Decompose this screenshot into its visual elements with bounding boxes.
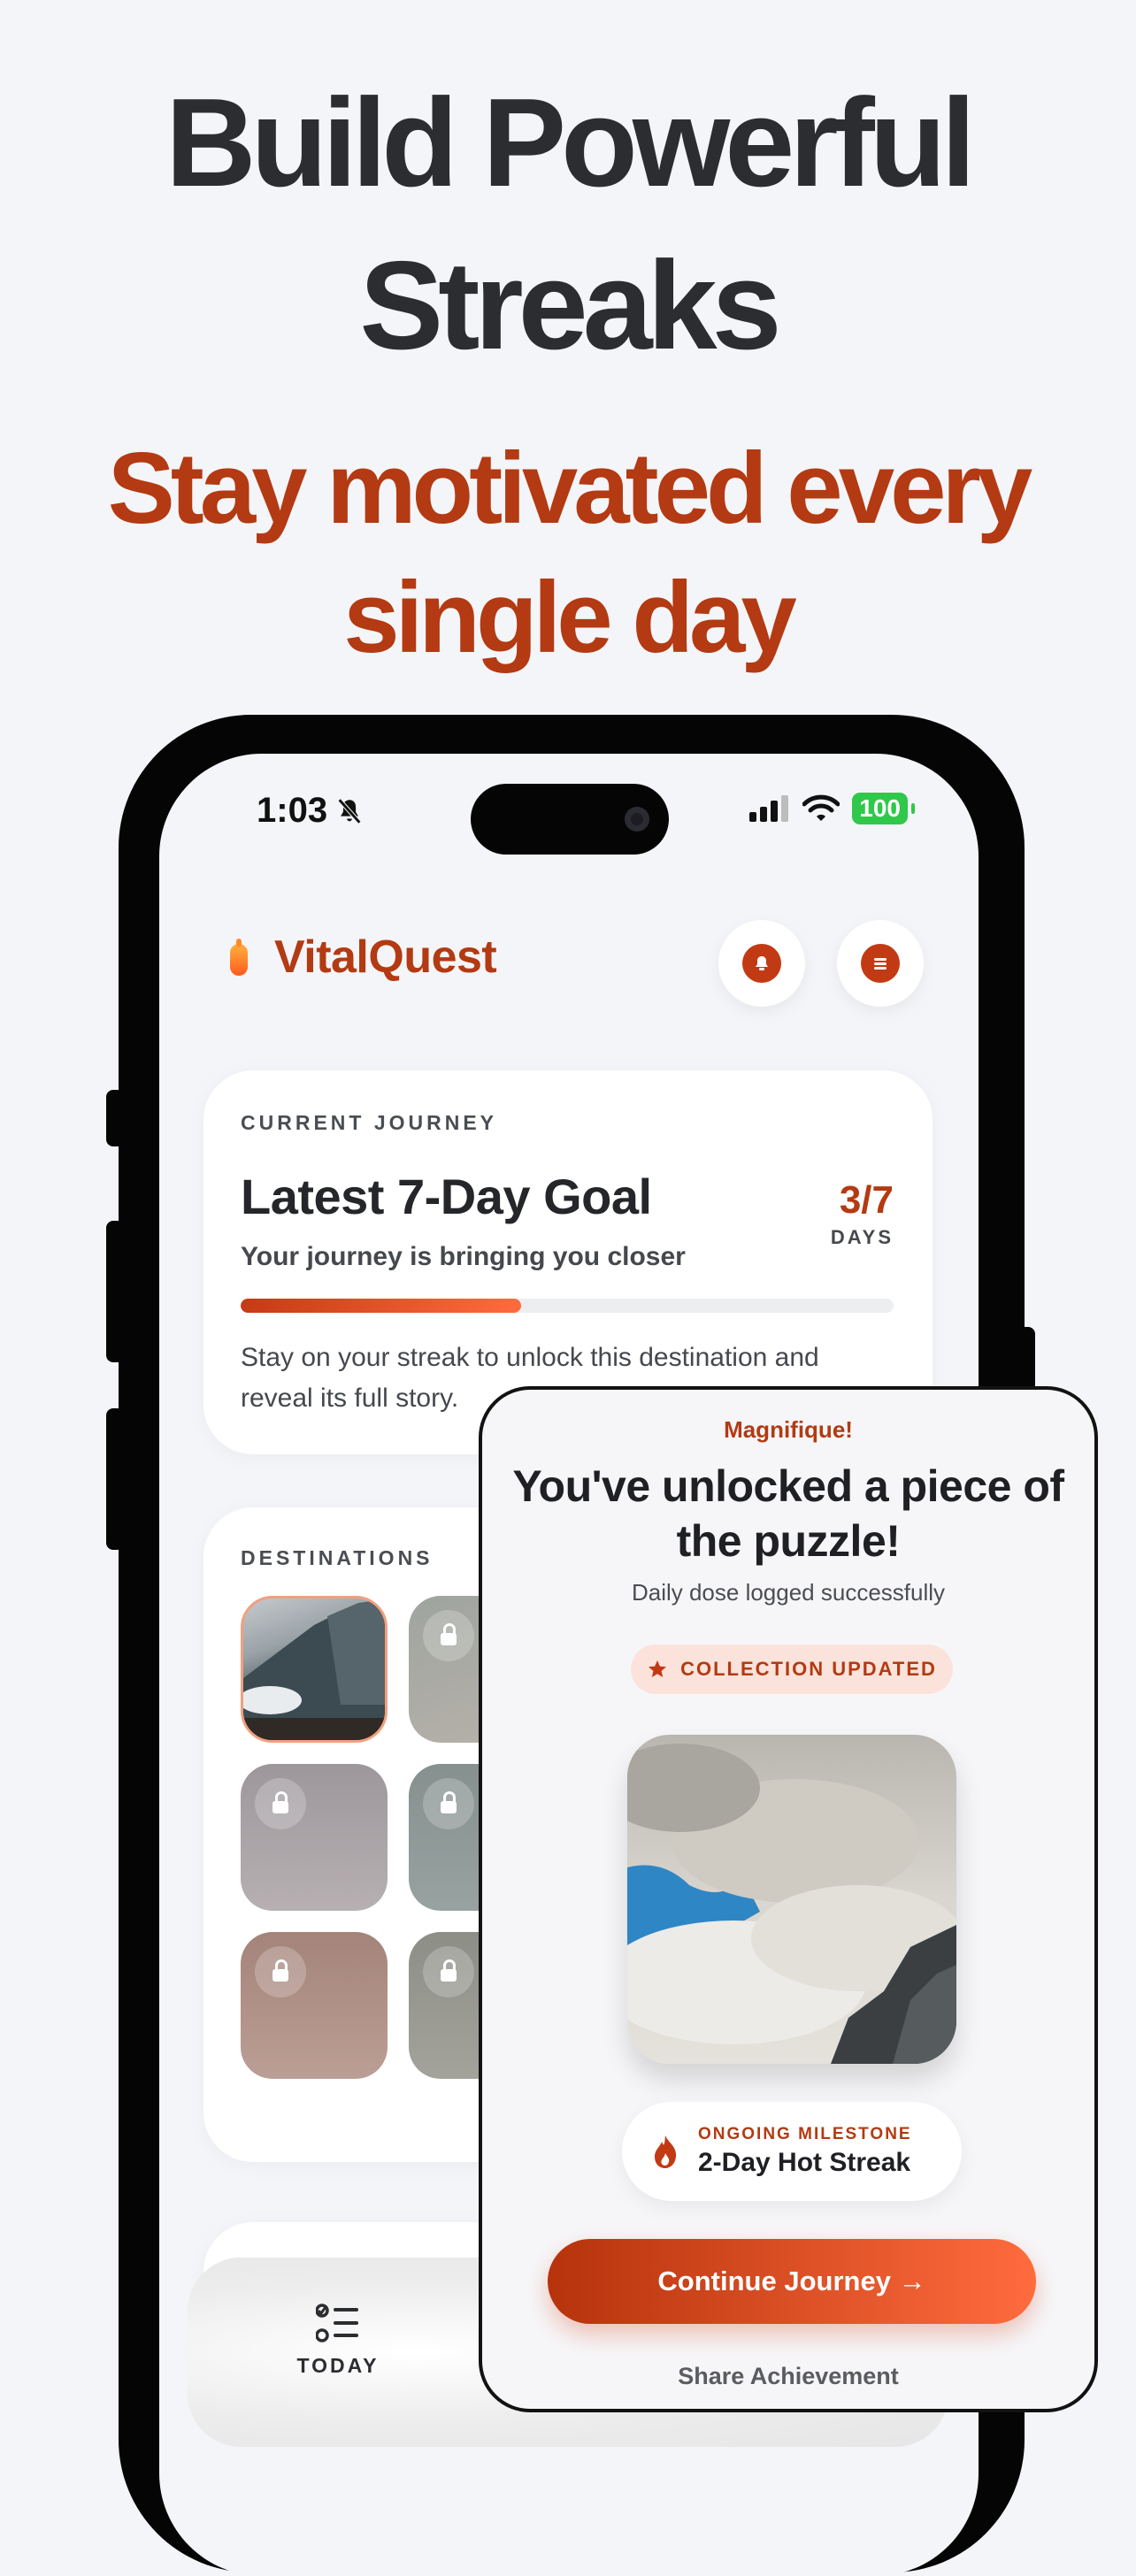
phone-volume-up-button <box>106 1221 124 1362</box>
milestone-eyebrow: ONGOING MILESTONE <box>698 2125 912 2143</box>
app-name: VitalQuest <box>274 932 497 983</box>
journey-progress-fill <box>241 1299 522 1313</box>
journey-title: Latest 7-Day Goal <box>241 1169 652 1224</box>
tab-today-label: TODAY <box>296 2354 380 2377</box>
hero-subtitle-line1: Stay motivated every <box>107 433 1033 545</box>
hero-subtitle: Stay motivated every single day <box>0 425 1136 683</box>
destinations-eyebrow: DESTINATIONS <box>241 1546 434 1569</box>
milestone-name: 2-Day Hot Streak <box>698 2148 911 2177</box>
cellular-signal-icon <box>749 795 789 822</box>
collection-updated-label: COLLECTION UPDATED <box>680 1658 937 1680</box>
app-brand: VitalQuest <box>230 931 497 984</box>
destination-tile-locked[interactable] <box>241 1764 388 1911</box>
collection-updated-badge: COLLECTION UPDATED <box>631 1644 953 1694</box>
lock-icon <box>423 1610 474 1661</box>
status-bar-indicators: 100 <box>749 793 915 824</box>
mountain-landscape-image <box>243 1598 385 1740</box>
flame-logo-icon <box>230 939 248 976</box>
current-journey-eyebrow: CURRENT JOURNEY <box>241 1111 498 1134</box>
destination-tile-locked[interactable] <box>241 1932 388 2079</box>
day-count: 3/7 <box>839 1178 894 1222</box>
bell-slash-icon <box>337 798 362 824</box>
milestone-text: ONGOING MILESTONE 2-Day Hot Streak <box>698 2125 912 2178</box>
status-bar-time: 1:03 <box>257 791 328 830</box>
menu-icon <box>861 944 900 983</box>
achievement-modal: Magnifique! You've unlocked a piece of t… <box>479 1386 1098 2412</box>
hero-title-line1: Build Powerful <box>165 73 976 213</box>
lock-icon <box>423 1946 474 1997</box>
menu-button[interactable] <box>837 920 924 1007</box>
camera-icon <box>625 807 649 832</box>
phone-action-button <box>106 1090 124 1146</box>
hero-subtitle-line2: single day <box>343 562 797 674</box>
puzzle-piece-image <box>627 1735 956 2064</box>
modal-subtitle: Daily dose logged successfully <box>631 1579 946 1606</box>
notifications-button[interactable] <box>718 920 805 1007</box>
modal-title: You've unlocked a piece of the puzzle! <box>512 1461 1064 1566</box>
sky-cliff-image <box>627 1735 956 2064</box>
bell-icon <box>742 944 781 983</box>
hero-title: Build Powerful Streaks <box>0 62 1136 387</box>
star-icon <box>649 1660 667 1677</box>
checklist-icon <box>315 2304 358 2342</box>
journey-subtitle: Your journey is bringing you closer <box>241 1242 686 1271</box>
hero-title-line2: Streaks <box>359 235 781 376</box>
lock-icon <box>423 1778 474 1829</box>
day-counter: 3/7 DAYS <box>831 1178 894 1249</box>
flame-icon <box>655 2135 677 2168</box>
continue-journey-button[interactable]: Continue Journey → <box>548 2239 1036 2324</box>
battery-indicator: 100 <box>852 793 915 824</box>
milestone-card: ONGOING MILESTONE 2-Day Hot Streak <box>622 2102 962 2201</box>
journey-progress-bar <box>241 1299 894 1313</box>
lock-icon <box>255 1946 306 1997</box>
lock-icon <box>255 1778 306 1829</box>
dynamic-island <box>471 784 669 855</box>
tab-today[interactable]: TODAY <box>276 2304 400 2378</box>
phone-volume-down-button <box>106 1408 124 1550</box>
modal-kicker: Magnifique! <box>724 1416 853 1443</box>
status-bar-time-group: 1:03 <box>257 791 365 831</box>
share-achievement-link[interactable]: Share Achievement <box>482 2363 1094 2390</box>
day-count-unit: DAYS <box>830 1226 894 1248</box>
wifi-icon <box>802 794 840 821</box>
destination-tile-unlocked[interactable] <box>241 1596 388 1743</box>
